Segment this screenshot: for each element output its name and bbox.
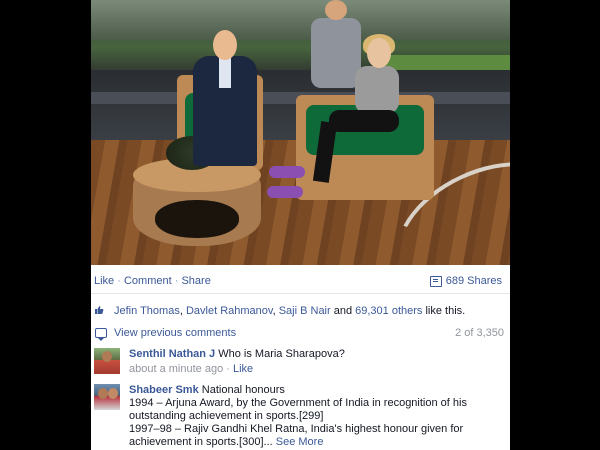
view-previous-comments-link[interactable]: View previous comments [114,327,236,339]
separator: · [223,363,233,375]
comment-text: Who is Maria Sharapova? [218,348,345,360]
comment-like-link[interactable]: Like [233,363,253,375]
separator: · [174,275,179,287]
likes-others-link[interactable]: 69,301 others [355,305,422,317]
avatar[interactable] [94,348,120,374]
liker-name[interactable]: Saji B Nair [279,305,331,317]
divider [91,293,510,294]
photo-table [133,158,261,246]
comments-count: 2 of 3,350 [455,327,504,339]
photo-presenter [191,30,261,166]
share-link[interactable]: Share [181,275,210,287]
separator: · [117,275,121,287]
post-action-bar: Like · Comment · Share 689 Shares [94,275,507,289]
comments-nav: View previous comments 2 of 3,350 [94,327,507,341]
shares-count-link[interactable]: 689 Shares [429,275,502,287]
comment-timestamp[interactable]: about a minute ago [129,363,223,375]
see-more-link[interactable]: See More [276,436,324,448]
likes-suffix: like this. [422,305,466,317]
liker-name[interactable]: Davlet Rahmanov [186,305,273,317]
facebook-post: Like · Comment · Share 689 Shares Jefin … [91,0,510,450]
photo-shoe [267,186,303,198]
post-photo[interactable] [91,0,510,265]
like-link[interactable]: Like [94,275,114,287]
avatar[interactable] [94,384,120,410]
liker-name[interactable]: Jefin Thomas [114,305,180,317]
comment-text: National honours [201,384,285,396]
shares-icon [429,275,442,287]
thumbs-up-icon [95,306,104,314]
comment-item: Senthil Nathan J Who is Maria Sharapova?… [94,348,507,378]
photo-shoe [269,166,305,178]
comment-author[interactable]: Shabeer Smk [129,384,199,396]
shares-count: 689 Shares [445,275,502,287]
comment-text: 1994 – Arjuna Award, by the Government o… [129,397,467,422]
comment-item: Shabeer Smk National honours 1994 – Arju… [94,384,507,450]
likes-conjunction: and [330,305,356,317]
comment-bubble-icon [95,328,107,341]
comment-link[interactable]: Comment [124,275,172,287]
photo-background [91,0,510,40]
comment-author[interactable]: Senthil Nathan J [129,348,215,360]
photo-guest [312,34,409,188]
likes-summary: Jefin Thomas, Davlet Rahmanov, Saji B Na… [94,305,507,319]
